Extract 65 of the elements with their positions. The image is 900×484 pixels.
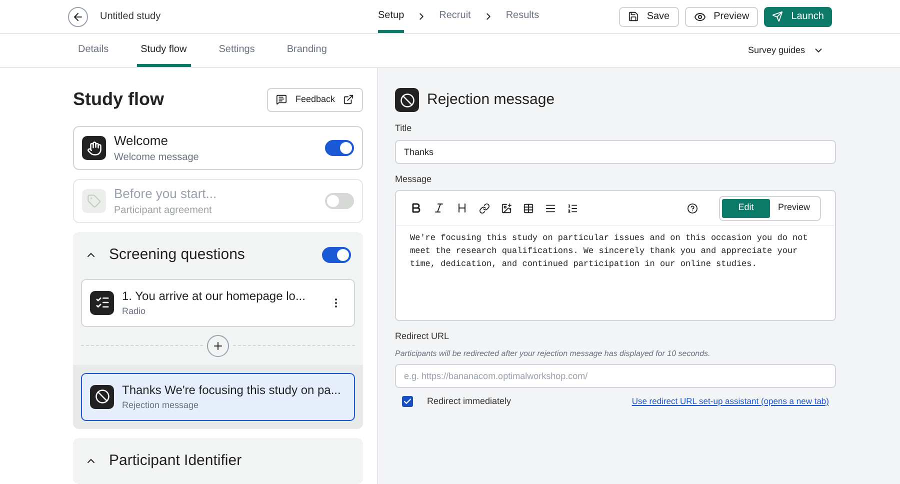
card-subtitle: Welcome message xyxy=(114,151,200,166)
mode-toggle[interactable]: Edit xyxy=(722,198,770,218)
study-title: Untitled study xyxy=(100,10,162,24)
message-editor[interactable] xyxy=(395,190,836,321)
card-title: Thanks We're focusing this study on pa... xyxy=(122,382,342,399)
plus-icon xyxy=(212,340,224,352)
section-title: Participant Identifier xyxy=(109,450,243,470)
link-icon[interactable] xyxy=(479,202,490,214)
external-link-icon xyxy=(343,94,354,105)
title-input[interactable]: Thanks xyxy=(395,140,836,164)
waving-hand-icon xyxy=(82,136,106,160)
tab[interactable]: Settings xyxy=(214,34,259,67)
back-button[interactable] xyxy=(68,6,88,26)
toggle-switch[interactable] xyxy=(322,247,351,264)
assistant-link[interactable]: Use redirect URL set-up assistant (opens a new tab) xyxy=(632,394,829,408)
step-tab[interactable]: Setup xyxy=(378,0,404,33)
card-subtitle: Radio xyxy=(122,304,147,318)
eye-icon xyxy=(694,10,706,22)
paper-plane-icon xyxy=(772,11,784,22)
flow-card[interactable]: 1. You arrive at our homepage lo... Radio xyxy=(81,278,355,326)
save-button[interactable]: Save xyxy=(618,6,679,26)
card-subtitle: Participant agreement xyxy=(114,204,213,218)
step-tab[interactable]: Recruit xyxy=(439,0,471,33)
mode-toggle[interactable]: Preview xyxy=(770,198,818,218)
preview-button[interactable]: Preview xyxy=(684,6,758,26)
redirect-url-input[interactable]: e.g. https://bananacom.optimalworkshop.com/ xyxy=(395,364,836,388)
step-tab[interactable]: Results xyxy=(506,0,540,33)
editor-heading: Rejection message xyxy=(427,90,555,110)
field-label: Message xyxy=(395,172,433,186)
italic-icon[interactable] xyxy=(433,202,445,214)
checklist-icon xyxy=(90,290,114,314)
checkbox[interactable] xyxy=(402,396,413,407)
back-arrow-icon xyxy=(72,10,84,22)
page-heading: Study flow xyxy=(73,88,164,111)
section-title: Screening questions xyxy=(109,245,246,265)
field-label: Redirect URL xyxy=(395,330,450,343)
card-subtitle: Rejection message xyxy=(122,398,200,412)
survey-guides-dropdown[interactable]: Survey guides xyxy=(748,44,824,58)
chat-bubble-icon xyxy=(276,94,288,105)
bold-icon[interactable] xyxy=(410,202,422,214)
tag-icon xyxy=(82,189,106,213)
help-icon[interactable] xyxy=(687,202,698,214)
checkbox-label: Redirect immediately xyxy=(427,394,512,408)
launch-button[interactable]: Launch xyxy=(764,6,832,26)
flow-card[interactable]: Thanks We're focusing this study on pa... Rejection message xyxy=(81,372,355,420)
table-icon[interactable] xyxy=(523,202,534,214)
card-title: Before you start... xyxy=(114,184,218,203)
feedback-button[interactable]: Feedback xyxy=(267,88,363,112)
list-icon[interactable] xyxy=(545,202,556,214)
flow-card[interactable]: Welcome Welcome message xyxy=(73,126,363,170)
card-title: Welcome xyxy=(114,132,169,150)
heading-icon[interactable] xyxy=(456,202,468,214)
tab[interactable]: Study flow xyxy=(136,34,191,67)
add-step-button[interactable] xyxy=(207,334,229,356)
message-text: We're focusing this study on particular issues and on this occasion you do not meet the research qualifications. We sincerely thank you and appreciate your time, dedication, and continued participation in our online studies. xyxy=(409,232,809,271)
prohibited-icon xyxy=(395,88,419,112)
card-title: 1. You arrive at our homepage lo... xyxy=(122,288,306,305)
toggle-switch[interactable] xyxy=(325,140,354,156)
hint-text: Participants will be redirected after your rejection message has displayed for 10 seconds. xyxy=(395,348,712,360)
image-icon[interactable] xyxy=(501,202,512,214)
numbered-list-icon[interactable] xyxy=(567,202,578,214)
tab[interactable]: Branding xyxy=(282,34,331,67)
tab[interactable]: Details xyxy=(74,34,113,67)
prohibited-icon xyxy=(90,384,114,408)
field-label: Title xyxy=(395,122,413,135)
